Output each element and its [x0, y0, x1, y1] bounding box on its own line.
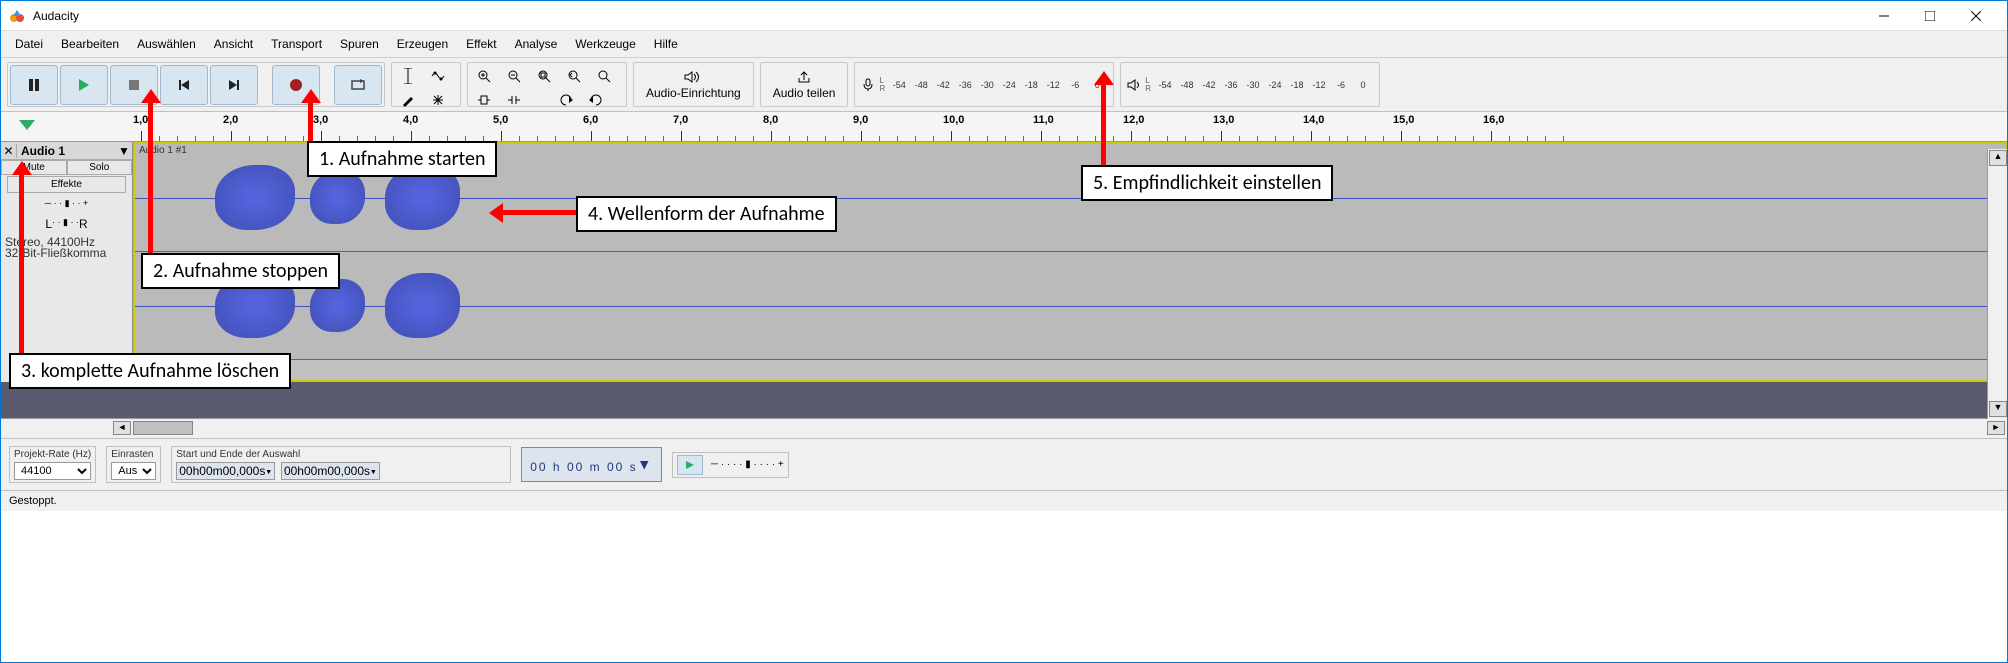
track-waveform-area[interactable]: Audio 1 #1	[133, 142, 2007, 382]
speaker-icon	[684, 70, 702, 84]
menu-datei[interactable]: Datei	[7, 34, 51, 54]
annotation-1: 1. Aufnahme starten	[307, 141, 497, 177]
menu-hilfe[interactable]: Hilfe	[646, 34, 686, 54]
zoom-out-button[interactable]	[500, 65, 528, 87]
share-audio-button[interactable]: Audio teilen	[763, 65, 846, 105]
audio-setup-group: Audio-Einrichtung	[633, 62, 754, 107]
solo-button[interactable]: Solo	[67, 160, 133, 175]
workspace-gap	[1, 382, 2007, 418]
menu-bearbeiten[interactable]: Bearbeiten	[53, 34, 127, 54]
share-audio-label: Audio teilen	[773, 86, 836, 100]
mute-button[interactable]: Mute	[1, 160, 67, 175]
zoom-toggle-button[interactable]	[590, 65, 618, 87]
menu-analyse[interactable]: Analyse	[507, 34, 566, 54]
multi-tool[interactable]	[424, 89, 452, 111]
audio-setup-label: Audio-Einrichtung	[646, 86, 741, 100]
annotation-2: 2. Aufnahme stoppen	[141, 253, 340, 289]
menu-effekt[interactable]: Effekt	[458, 34, 504, 54]
audio-setup-button[interactable]: Audio-Einrichtung	[636, 65, 751, 105]
playhead-icon[interactable]	[19, 120, 35, 130]
scroll-down-button[interactable]: ▼	[1989, 401, 2007, 417]
fit-selection-button[interactable]	[530, 65, 558, 87]
project-rate-select[interactable]: 44100	[14, 462, 91, 480]
pause-button[interactable]	[10, 65, 58, 105]
annotation-5: 5. Empfindlichkeit einstellen	[1081, 165, 1333, 201]
playback-meter[interactable]: L R -54-48-42-36-30-24-18-12-60	[1120, 62, 1380, 107]
titlebar: Audacity	[1, 1, 2007, 31]
skip-start-button[interactable]	[160, 65, 208, 105]
scroll-right-button[interactable]: ►	[1987, 421, 2005, 435]
annotation-4: 4. Wellenform der Aufnahme	[576, 196, 837, 232]
scrollbar-thumb[interactable]	[133, 421, 193, 435]
channel-right[interactable]	[135, 252, 2005, 360]
playback-speed-slider[interactable]: ─ · · · · ▮ · · · · +	[711, 459, 784, 470]
record-meter[interactable]: L R -54-48-42-36-30-24-18-12-60	[854, 62, 1114, 107]
window-title: Audacity	[33, 9, 1861, 23]
menubar: DateiBearbeitenAuswählenAnsichtTransport…	[1, 31, 2007, 58]
status-bar: Gestoppt.	[1, 490, 2007, 511]
selection-toolbar: Projekt-Rate (Hz) 44100 Einrasten Aus St…	[1, 438, 2007, 490]
share-group: Audio teilen	[760, 62, 849, 107]
mic-icon	[861, 78, 875, 92]
timeline-ruler[interactable]: 1,02,03,04,05,06,07,08,09,010,011,012,01…	[1, 112, 2007, 142]
track-close-button[interactable]: ✕	[1, 144, 17, 158]
horizontal-scrollbar[interactable]: ◄ ►	[1, 418, 2007, 438]
tools-group	[391, 62, 461, 107]
main-toolbar: Audio-Einrichtung Audio teilen L R -54-4…	[1, 58, 2007, 112]
snap-label: Einrasten	[111, 449, 156, 460]
zoom-group	[467, 62, 627, 107]
zoom-in-button[interactable]	[470, 65, 498, 87]
trim-button[interactable]	[470, 89, 498, 111]
selection-start-field[interactable]: 00h00m00,000s▾	[176, 462, 275, 480]
selection-tool[interactable]	[394, 65, 422, 87]
loop-button[interactable]	[334, 65, 382, 105]
fit-project-button[interactable]	[560, 65, 588, 87]
speaker-small-icon	[1127, 78, 1141, 92]
meter-lr-label2: L R	[1145, 77, 1151, 93]
menu-transport[interactable]: Transport	[263, 34, 330, 54]
menu-ansicht[interactable]: Ansicht	[206, 34, 261, 54]
track-menu-button[interactable]: ▼	[116, 144, 132, 158]
menu-erzeugen[interactable]: Erzeugen	[389, 34, 456, 54]
meter-lr-label: L R	[879, 77, 885, 93]
skip-end-button[interactable]	[210, 65, 258, 105]
share-icon	[797, 70, 811, 84]
effects-button[interactable]: Effekte	[7, 176, 126, 193]
app-logo-icon	[9, 8, 25, 24]
selection-label: Start und Ende der Auswahl	[176, 449, 506, 460]
project-rate-label: Projekt-Rate (Hz)	[14, 449, 91, 460]
track-name[interactable]: Audio 1	[17, 144, 116, 158]
snap-select[interactable]: Aus	[111, 462, 156, 480]
menu-auswählen[interactable]: Auswählen	[129, 34, 204, 54]
minimize-button[interactable]	[1861, 1, 1907, 31]
close-button[interactable]	[1953, 1, 1999, 31]
time-display[interactable]: 00 h 00 m 00 s▾	[521, 447, 662, 482]
draw-tool[interactable]	[394, 89, 422, 111]
transport-group	[7, 62, 385, 107]
maximize-button[interactable]	[1907, 1, 1953, 31]
play-at-speed-button[interactable]	[677, 455, 703, 475]
envelope-tool[interactable]	[424, 65, 452, 87]
scroll-left-button[interactable]: ◄	[113, 421, 131, 435]
silence-button[interactable]	[500, 89, 528, 111]
play-button[interactable]	[60, 65, 108, 105]
menu-werkzeuge[interactable]: Werkzeuge	[567, 34, 643, 54]
menu-spuren[interactable]: Spuren	[332, 34, 387, 54]
vertical-scrollbar[interactable]: ▲ ▼	[1987, 149, 2007, 419]
redo-button[interactable]	[582, 89, 610, 111]
annotation-3: 3. komplette Aufnahme löschen	[9, 353, 291, 389]
selection-end-field[interactable]: 00h00m00,000s▾	[281, 462, 380, 480]
scroll-up-button[interactable]: ▲	[1989, 150, 2007, 166]
undo-button[interactable]	[552, 89, 580, 111]
